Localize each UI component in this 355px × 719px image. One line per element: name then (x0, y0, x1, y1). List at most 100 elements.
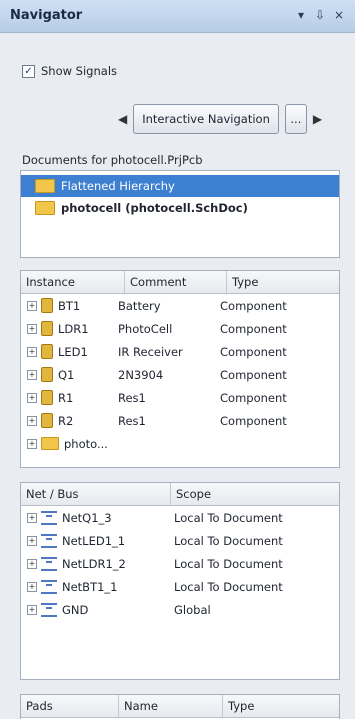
column-header-net-bus[interactable]: Net / Bus (21, 483, 171, 505)
instance-row[interactable]: + Q1 2N3904 Component (21, 363, 339, 386)
navigator-title-bar: Navigator ▾ ⇩ × (0, 0, 355, 33)
net-name: NetLED1_1 (62, 533, 126, 548)
tree-item-label: photocell (photocell.SchDoc) (61, 201, 248, 215)
expand-icon[interactable]: + (27, 438, 37, 449)
net-grid: Net / Bus Scope + NetQ1_3 Local To Documen… (20, 482, 340, 680)
column-header-instance[interactable]: Instance (21, 271, 125, 293)
instance-row[interactable]: + LDR1 PhotoCell Component (21, 317, 339, 340)
column-header-type[interactable]: Type (227, 271, 339, 293)
instance-comment: 2N3904 (118, 367, 164, 382)
instance-name: R1 (58, 390, 74, 405)
net-row[interactable]: + GND Global (21, 598, 339, 621)
expand-icon[interactable]: + (27, 369, 37, 380)
column-header-name[interactable]: Name (119, 695, 223, 717)
instance-comment: PhotoCell (118, 321, 173, 336)
net-scope: Local To Document (174, 533, 283, 548)
tree-item-photocell-schdoc[interactable]: photocell (photocell.SchDoc) (21, 197, 339, 219)
component-icon (41, 390, 53, 405)
instance-row[interactable]: + photo... (21, 432, 339, 455)
net-icon (41, 602, 57, 617)
tree-item-flattened-hierarchy[interactable]: Flattened Hierarchy (21, 175, 339, 197)
instance-grid: Instance Comment Type + BT1 Battery Compone… (20, 270, 340, 468)
navigation-toolbar: ◀ Interactive Navigation ... ▶ (118, 104, 322, 134)
instance-row[interactable]: + R2 Res1 Component (21, 409, 339, 432)
instance-comment: Res1 (118, 413, 146, 428)
net-row[interactable]: + NetQ1_3 Local To Document (21, 506, 339, 529)
instance-type: Component (220, 367, 287, 382)
instance-type: Component (220, 344, 287, 359)
expand-icon[interactable]: + (27, 581, 37, 592)
panel-title: Navigator (10, 8, 83, 23)
folder-icon (35, 179, 55, 193)
instance-name: LDR1 (58, 321, 89, 336)
expand-icon[interactable]: + (27, 535, 37, 546)
expand-icon[interactable]: + (27, 392, 37, 403)
show-signals-checkbox[interactable]: ✓ Show Signals (22, 64, 117, 78)
net-row[interactable]: + NetBT1_1 Local To Document (21, 575, 339, 598)
instance-comment: Res1 (118, 390, 146, 405)
folder-icon (41, 437, 59, 450)
panel-menu-icon[interactable]: ▾ (293, 7, 309, 23)
net-grid-header: Net / Bus Scope (21, 483, 339, 506)
expand-icon[interactable]: + (27, 323, 37, 334)
instance-name: R2 (58, 413, 74, 428)
column-header-pads[interactable]: Pads (21, 695, 119, 717)
expand-icon[interactable]: + (27, 558, 37, 569)
instance-comment: IR Receiver (118, 344, 183, 359)
expand-icon[interactable]: + (27, 300, 37, 311)
more-button[interactable]: ... (284, 104, 307, 134)
component-icon (41, 344, 53, 359)
checkbox-box[interactable]: ✓ (22, 64, 35, 78)
close-icon[interactable]: × (331, 7, 347, 23)
net-scope: Global (174, 602, 211, 617)
instance-type: Component (220, 321, 287, 336)
component-icon (41, 298, 53, 313)
tree-item-label: Flattened Hierarchy (61, 179, 175, 193)
expand-icon[interactable]: + (27, 346, 37, 357)
component-icon (41, 413, 53, 428)
instance-name: photo... (64, 436, 108, 451)
forward-arrow-icon[interactable]: ▶ (313, 112, 322, 126)
back-arrow-icon[interactable]: ◀ (118, 112, 127, 126)
documents-label: Documents for photocell.PrjPcb (22, 153, 203, 167)
net-scope: Local To Document (174, 556, 283, 571)
column-header-comment[interactable]: Comment (125, 271, 227, 293)
net-name: NetLDR1_2 (62, 556, 126, 571)
instance-type: Component (220, 413, 287, 428)
net-grid-body: + NetQ1_3 Local To Document + NetLED1_1 Local… (21, 506, 339, 621)
pads-grid-header: Pads Name Type (21, 695, 339, 718)
net-icon (41, 579, 57, 594)
expand-icon[interactable]: + (27, 415, 37, 426)
instance-type: Component (220, 298, 287, 313)
instance-grid-header: Instance Comment Type (21, 271, 339, 294)
interactive-navigation-button[interactable]: Interactive Navigation (133, 104, 279, 134)
net-icon (41, 556, 57, 571)
show-signals-label: Show Signals (41, 64, 118, 78)
folder-icon (35, 201, 55, 215)
documents-tree: Flattened Hierarchy photocell (photocell… (20, 170, 340, 258)
net-row[interactable]: + NetLDR1_2 Local To Document (21, 552, 339, 575)
instance-comment: Battery (118, 298, 161, 313)
column-header-pad-type[interactable]: Type (223, 695, 339, 717)
instance-row[interactable]: + BT1 Battery Component (21, 294, 339, 317)
instance-row[interactable]: + R1 Res1 Component (21, 386, 339, 409)
instance-name: Q1 (58, 367, 75, 382)
instance-row[interactable]: + LED1 IR Receiver Component (21, 340, 339, 363)
column-header-scope[interactable]: Scope (171, 483, 339, 505)
instance-type: Component (220, 390, 287, 405)
pads-grid: Pads Name Type (20, 694, 340, 719)
instance-name: LED1 (58, 344, 88, 359)
net-scope: Local To Document (174, 579, 283, 594)
pin-icon[interactable]: ⇩ (312, 7, 328, 23)
net-scope: Local To Document (174, 510, 283, 525)
component-icon (41, 321, 53, 336)
instance-name: BT1 (58, 298, 81, 313)
instance-grid-body: + BT1 Battery Component + LDR1 PhotoCell Compon… (21, 294, 339, 455)
net-icon (41, 510, 57, 525)
net-name: GND (62, 602, 89, 617)
net-name: NetQ1_3 (62, 510, 112, 525)
expand-icon[interactable]: + (27, 512, 37, 523)
expand-icon[interactable]: + (27, 604, 37, 615)
net-row[interactable]: + NetLED1_1 Local To Document (21, 529, 339, 552)
net-icon (41, 533, 57, 548)
